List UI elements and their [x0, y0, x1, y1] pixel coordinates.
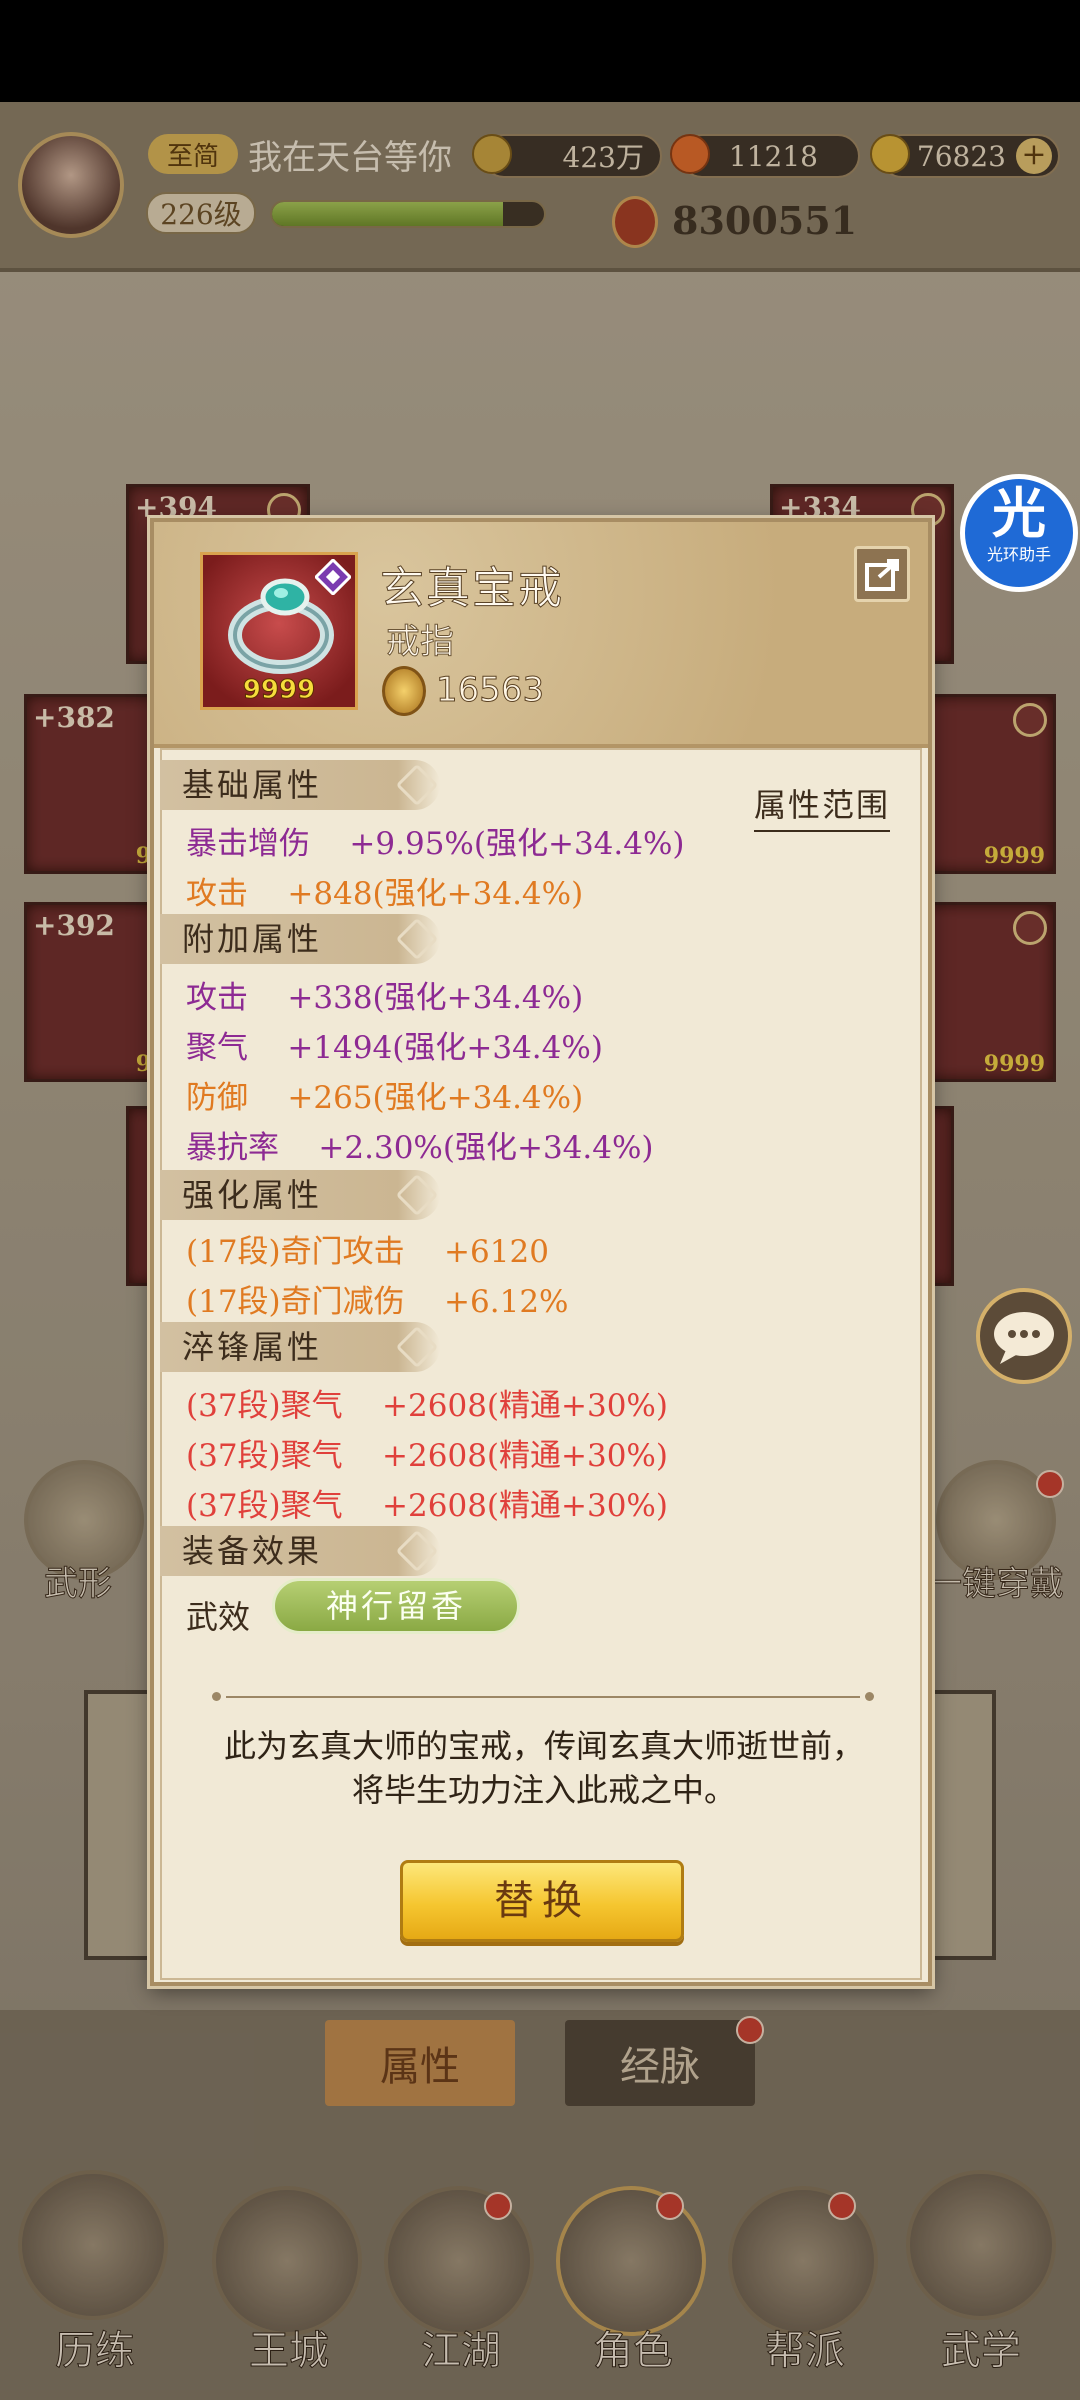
section-equipment-effect: 装备效果 [160, 1526, 440, 1576]
section-title: 基础属性 [182, 766, 323, 804]
knot-icon [395, 1173, 439, 1217]
effect-badge[interactable]: 神行留香 [272, 1578, 520, 1634]
attribute-row: 暴击增伤 +9.95%(强化+34.4%) [186, 826, 685, 862]
chat-bubble-icon [994, 1312, 1054, 1364]
item-header: 9999 玄真宝戒 戒指 16563 [154, 522, 928, 748]
knot-icon [395, 917, 439, 961]
section-title: 强化属性 [182, 1176, 323, 1214]
attribute-row: (17段)奇门减伤 +6.12% [186, 1284, 569, 1320]
item-name: 玄真宝戒 [380, 563, 564, 615]
section-enhance-attributes: 强化属性 [160, 1170, 440, 1220]
section-temper-attributes: 淬锋属性 [160, 1322, 440, 1372]
attribute-range-link[interactable]: 属性范围 [754, 780, 891, 832]
helper-label: 光环助手 [986, 545, 1051, 564]
equipment-score-icon [382, 666, 426, 716]
rarity-badge-icon [315, 559, 351, 595]
item-type: 戒指 [386, 622, 455, 663]
knot-icon [395, 1325, 439, 1369]
replace-button[interactable]: 替换 [400, 1860, 684, 1942]
attribute-row: 聚气 +1494(强化+34.4%) [186, 1030, 603, 1066]
attribute-row: 攻击 +848(强化+34.4%) [186, 876, 584, 912]
share-button[interactable] [854, 546, 910, 602]
section-extra-attributes: 附加属性 [160, 914, 440, 964]
section-title: 装备效果 [182, 1532, 323, 1570]
knot-icon [395, 1529, 439, 1573]
equipment-score: 16563 [435, 670, 545, 711]
attribute-row: (37段)聚气 +2608(精通+30%) [186, 1488, 668, 1524]
section-base-attributes: 基础属性 [160, 760, 440, 810]
chat-button[interactable] [976, 1288, 1072, 1384]
attribute-row: (37段)聚气 +2608(精通+30%) [186, 1388, 668, 1424]
section-title: 附加属性 [182, 920, 323, 958]
item-quantity: 9999 [242, 675, 316, 706]
item-description: 此为玄真大师的宝戒，传闻玄真大师逝世前，将毕生功力注入此戒之中。 [223, 1727, 864, 1809]
knot-icon [395, 763, 439, 807]
attribute-row: 攻击 +338(强化+34.4%) [186, 980, 584, 1016]
section-title: 淬锋属性 [182, 1328, 323, 1366]
status-bar-area [0, 0, 1080, 102]
attribute-row: (37段)聚气 +2608(精通+30%) [186, 1438, 668, 1474]
attribute-row: (17段)奇门攻击 +6120 [186, 1234, 549, 1270]
attribute-row: 暴抗率 +2.30%(强化+34.4%) [186, 1130, 654, 1166]
helper-float-button[interactable]: 光 光环助手 [960, 474, 1078, 592]
divider [212, 1692, 874, 1701]
item-icon: 9999 [200, 552, 358, 710]
item-detail-dialog: 9999 玄真宝戒 戒指 16563 属性范围 基础属性 暴击增伤 +9.95%… [150, 518, 932, 1986]
helper-logo: 光 [992, 482, 1046, 545]
share-icon [865, 559, 899, 591]
attribute-row: 防御 +265(强化+34.4%) [186, 1080, 584, 1116]
effect-label: 武效 [186, 1598, 251, 1636]
